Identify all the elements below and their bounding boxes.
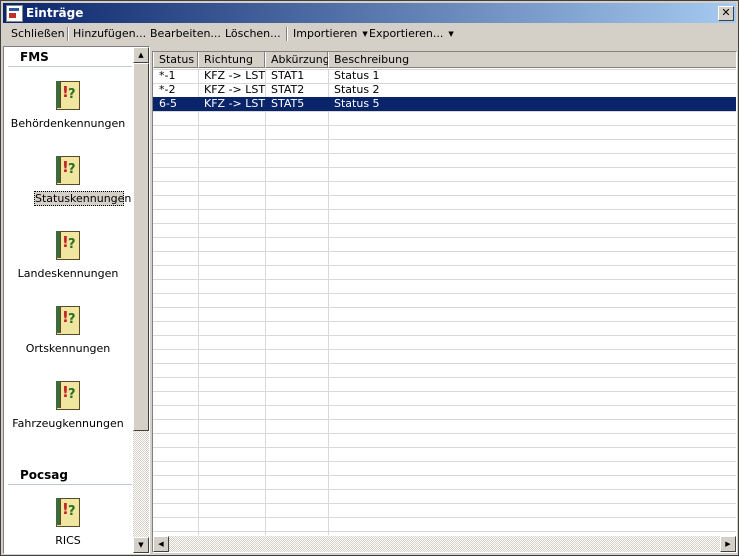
group-header-fms: FMS — [20, 50, 49, 64]
add-button[interactable]: Hinzufügen... — [73, 24, 146, 44]
table-header: Status Richtung Abkürzung Beschreibung — [153, 52, 736, 68]
arrow-left-icon: ◀ — [158, 540, 164, 548]
column-header-beschreibung[interactable]: Beschreibung — [328, 52, 736, 68]
group-header-pocsag: Pocsag — [20, 468, 68, 482]
column-header-richtung[interactable]: Richtung — [198, 52, 265, 68]
arrow-down-icon: ▼ — [138, 541, 144, 549]
nav-item-label: Behördenkennungen — [10, 117, 126, 130]
nav-item-statuskennungen[interactable]: !? Statuskennungen — [4, 155, 132, 210]
column-divider — [198, 69, 199, 535]
edit-button[interactable]: Bearbeiten... — [150, 24, 221, 44]
arrow-up-icon: ▲ — [138, 51, 144, 59]
table-row[interactable]: *-2 KFZ -> LST STAT2 Status 2 — [153, 83, 736, 97]
cell-status: *-2 — [159, 83, 176, 96]
nav-item-behoerdenkennungen[interactable]: !? Behördenkennungen — [4, 80, 132, 135]
cell-beschreibung: Status 1 — [334, 69, 380, 82]
nav-vertical-scrollbar[interactable]: ▲ ▼ — [133, 47, 149, 553]
cell-abkuerzung: STAT1 — [271, 69, 305, 82]
nav-item-label: Fahrzeugkennungen — [12, 417, 124, 430]
toolbar-separator — [286, 27, 288, 41]
group-divider — [8, 66, 132, 67]
cell-beschreibung: Status 2 — [334, 83, 380, 96]
scroll-left-button[interactable]: ◀ — [153, 536, 169, 552]
export-label: Exportieren... — [369, 27, 444, 40]
column-divider — [265, 69, 266, 535]
cell-richtung: KFZ -> LST — [204, 69, 266, 82]
entries-window: Einträge ✕ Schließen Hinzufügen... Bearb… — [0, 0, 739, 556]
codebook-icon: !? — [53, 80, 81, 110]
nav-item-fahrzeugkennungen[interactable]: !? Fahrzeugkennungen — [4, 380, 132, 435]
cell-abkuerzung: STAT2 — [271, 83, 305, 96]
nav-item-rics[interactable]: !? RICS — [4, 497, 132, 552]
toolbar-separator — [67, 27, 69, 41]
codebook-icon: !? — [53, 380, 81, 410]
import-dropdown[interactable]: Importieren ▼ — [293, 24, 368, 44]
column-header-abkuerzung[interactable]: Abkürzung — [265, 52, 330, 68]
close-button[interactable]: Schließen — [11, 24, 65, 44]
scroll-right-button[interactable]: ▶ — [720, 536, 736, 552]
delete-button[interactable]: Löschen... — [225, 24, 281, 44]
nav-item-ortskennungen[interactable]: !? Ortskennungen — [4, 305, 132, 360]
cell-beschreibung: Status 5 — [334, 97, 380, 110]
column-header-status[interactable]: Status — [153, 52, 198, 68]
scroll-down-button[interactable]: ▼ — [133, 537, 149, 553]
column-divider — [328, 69, 329, 535]
nav-item-label: Landeskennungen — [17, 267, 119, 280]
cell-richtung: KFZ -> LST — [204, 97, 266, 110]
nav-item-label: Ortskennungen — [25, 342, 111, 355]
arrow-right-icon: ▶ — [725, 540, 731, 548]
dropdown-arrow-icon: ▼ — [362, 30, 368, 38]
codebook-icon: !? — [53, 305, 81, 335]
scroll-up-button[interactable]: ▲ — [133, 47, 149, 63]
navigation-panel: FMS !? Behördenkennungen !? Statuskennun… — [3, 46, 150, 554]
window-title: Einträge — [26, 6, 84, 20]
close-icon: ✕ — [721, 6, 731, 19]
cell-status: 6-5 — [159, 97, 177, 110]
entries-table: Status Richtung Abkürzung Beschreibung *… — [152, 51, 737, 553]
close-window-button[interactable]: ✕ — [718, 6, 734, 21]
table-row[interactable]: *-1 KFZ -> LST STAT1 Status 1 — [153, 69, 736, 83]
table-body[interactable]: *-1 KFZ -> LST STAT1 Status 1 *-2 KFZ ->… — [153, 69, 736, 535]
nav-item-label-selected: Statuskennungen — [34, 191, 132, 206]
nav-item-label: RICS — [55, 534, 81, 547]
codebook-icon: !? — [53, 497, 81, 527]
group-divider — [8, 484, 132, 485]
cell-status: *-1 — [159, 69, 176, 82]
app-icon — [6, 5, 23, 22]
dropdown-arrow-icon: ▼ — [448, 30, 454, 38]
import-label: Importieren — [293, 27, 358, 40]
table-row-selected[interactable]: 6-5 KFZ -> LST STAT5 Status 5 — [153, 97, 736, 111]
codebook-icon: !? — [53, 230, 81, 260]
table-horizontal-scrollbar[interactable]: ◀ ▶ — [153, 536, 736, 552]
scroll-thumb[interactable] — [133, 63, 149, 431]
export-dropdown[interactable]: Exportieren... ▼ — [369, 24, 454, 44]
cell-richtung: KFZ -> LST — [204, 83, 266, 96]
cell-abkuerzung: STAT5 — [271, 97, 305, 110]
toolbar: Schließen Hinzufügen... Bearbeiten... Lö… — [3, 24, 736, 44]
title-bar[interactable]: Einträge ✕ — [3, 3, 736, 23]
nav-item-landeskennungen[interactable]: !? Landeskennungen — [4, 230, 132, 285]
codebook-icon: !? — [53, 155, 81, 185]
